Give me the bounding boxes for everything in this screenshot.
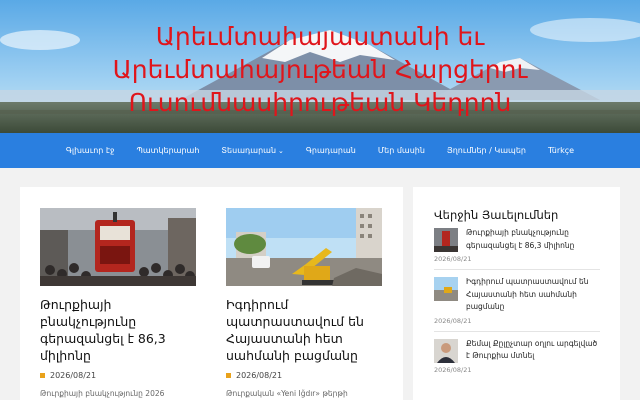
list-item: Քեմալ Քըլըչտար օղլու արգելված է Թուրքիա … bbox=[434, 330, 600, 374]
post-title[interactable]: Իգդիրում պատրաստավում են Հայաստանի հետ ս… bbox=[226, 296, 382, 364]
list-item: Թուրքիայի բնակչությունը գերազանցել է 86,… bbox=[434, 227, 600, 263]
recent-post-date: 2026/08/21 bbox=[434, 365, 472, 374]
date-marker-icon bbox=[40, 373, 45, 378]
recent-post-date: 2026/08/21 bbox=[434, 255, 472, 263]
site-title-line: Ուսումնասիրութեան Կեդրոն bbox=[128, 88, 512, 117]
posts-panel: Թուրքիայի բնակչությունը գերազանցել է 86,… bbox=[20, 187, 403, 400]
header-banner: Արեւմտահայաստանի եւ Արեւմտահայութեան Հար… bbox=[0, 0, 640, 133]
nav-item-home[interactable]: Գլխաւոր էջ bbox=[55, 146, 126, 155]
site-title-line: Արեւմտահայաստանի եւ bbox=[155, 22, 485, 51]
main-nav: Գլխաւոր էջ Պատկերարահ Տեսադարան ⌄ Գրադար… bbox=[0, 133, 640, 168]
nav-item-turkish[interactable]: Türkçe bbox=[537, 146, 585, 155]
nav-item-about[interactable]: Մեր մասին bbox=[367, 146, 436, 155]
post-thumbnail[interactable] bbox=[226, 208, 382, 286]
nav-item-videos[interactable]: Տեսադարան ⌄ bbox=[210, 146, 294, 155]
site-title-line: Արեւմտահայութեան Հարցերու bbox=[112, 55, 528, 84]
site-title[interactable]: Արեւմտահայաստանի եւ Արեւմտահայութեան Հար… bbox=[0, 20, 640, 119]
chevron-down-icon: ⌄ bbox=[278, 146, 284, 155]
recent-post-title[interactable]: Իգդիրում պատրաստավում են Հայաստանի հետ ս… bbox=[466, 276, 600, 314]
nav-item-links[interactable]: Յղումներ / Կապեր bbox=[436, 146, 537, 155]
post-meta: 2026/08/21 bbox=[40, 371, 196, 380]
recent-posts-widget: Վերջին Յաւելումներ Թուրքիայի բնակչությու… bbox=[413, 187, 620, 400]
post-thumbnail[interactable] bbox=[40, 208, 196, 286]
post-date[interactable]: 2026/08/21 bbox=[236, 371, 282, 380]
recent-post-thumbnail[interactable] bbox=[434, 277, 458, 301]
post-title[interactable]: Թուրքիայի բնակչությունը գերազանցել է 86,… bbox=[40, 296, 196, 364]
widget-title: Վերջին Յաւելումներ bbox=[434, 208, 559, 222]
post-excerpt: Թուրքական «Yeni Iğdır» թերթի հաղորդմամբ bbox=[226, 389, 348, 398]
post-excerpt: Թուրքիայի բնակչությունը 2026 bbox=[40, 389, 165, 398]
post-date[interactable]: 2026/08/21 bbox=[50, 371, 96, 380]
nav-item-videos-label: Տեսադարան bbox=[221, 146, 277, 155]
recent-post-title[interactable]: Թուրքիայի բնակչությունը գերազանցել է 86,… bbox=[466, 227, 600, 252]
date-marker-icon bbox=[226, 373, 231, 378]
recent-post-thumbnail[interactable] bbox=[434, 228, 458, 252]
post-card: Թուրքիայի բնակչությունը գերազանցել է 86,… bbox=[40, 208, 196, 400]
recent-post-title[interactable]: Քեմալ Քըլըչտար օղլու արգելված է Թուրքիա … bbox=[466, 338, 600, 363]
recent-posts-list: Թուրքիայի բնակչությունը գերազանցել է 86,… bbox=[434, 227, 600, 374]
recent-post-date: 2026/08/21 bbox=[434, 316, 472, 325]
nav-item-library[interactable]: Գրադարան bbox=[295, 146, 367, 155]
list-item: Իգդիրում պատրաստավում են Հայաստանի հետ ս… bbox=[434, 269, 600, 325]
post-card: Իգդիրում պատրաստավում են Հայաստանի հետ ս… bbox=[226, 208, 382, 400]
post-meta: 2026/08/21 bbox=[226, 371, 382, 380]
recent-post-thumbnail[interactable] bbox=[434, 338, 458, 363]
nav-item-gallery[interactable]: Պատկերարահ bbox=[125, 146, 210, 155]
